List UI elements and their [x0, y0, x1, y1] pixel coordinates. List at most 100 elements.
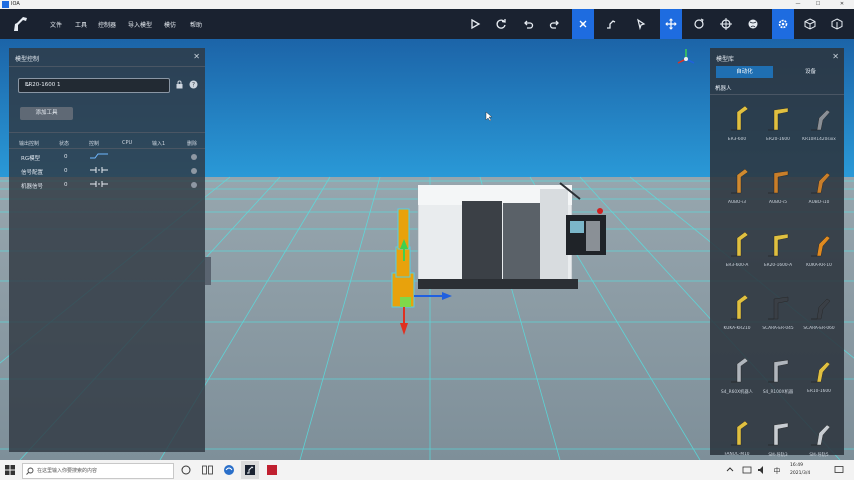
lock-icon[interactable] — [175, 80, 184, 89]
undo-button[interactable] — [517, 9, 539, 39]
cortana-icon[interactable] — [181, 465, 191, 475]
network-icon[interactable] — [742, 465, 752, 475]
model-library-item-label: SCARA-ER-045 — [762, 326, 794, 331]
chevron-down-icon: ⌄ — [715, 82, 721, 90]
delete-dot-icon[interactable] — [191, 182, 197, 188]
robot-tool-button[interactable] — [600, 9, 622, 39]
column-header-status: 状态 — [59, 141, 70, 147]
close-icon[interactable]: ✕ — [193, 52, 200, 61]
taskbar-app-active[interactable] — [241, 461, 259, 479]
signal-contact-icon[interactable] — [89, 180, 109, 188]
menu-simulate[interactable]: 模仿 — [164, 20, 176, 29]
model-library-item-label: S4_R60X机器人 — [721, 390, 753, 395]
tab-automation[interactable]: 自动化 — [716, 66, 773, 78]
redo-icon — [549, 20, 559, 29]
gear-icon — [778, 19, 788, 29]
notification-icon[interactable] — [834, 465, 844, 475]
model-library-item[interactable]: AUBO-i10 — [799, 163, 839, 221]
model-library-item[interactable]: ER3-600-A — [717, 226, 757, 284]
redo-button[interactable] — [544, 9, 566, 39]
row-label: 机器信号 — [21, 184, 44, 190]
browser-icon[interactable] — [223, 464, 235, 476]
menu-import-model[interactable]: 导入模型 — [128, 20, 152, 29]
app-icon — [267, 465, 277, 475]
ime-icon[interactable]: 中 — [772, 465, 782, 475]
model-library-item[interactable]: AUBO-i3 — [717, 163, 757, 221]
pointer-cross-icon — [579, 20, 587, 28]
model-library-item-label: SM-导轨5 — [809, 453, 829, 458]
app-icon — [245, 465, 255, 475]
settings-button[interactable] — [772, 9, 794, 39]
windows-start-icon[interactable] — [5, 465, 15, 475]
model-library-item[interactable]: SCARA-ER-060 — [799, 289, 839, 347]
category-header[interactable]: 机器人 ⌄ — [710, 81, 844, 94]
maximize-icon[interactable]: ☐ — [810, 0, 826, 9]
robot-thumbnail-icon — [768, 422, 789, 446]
model-library-item[interactable]: AUBO-i5 — [758, 163, 798, 221]
model-library-item[interactable]: ER3-600 — [717, 100, 757, 158]
model-library-item[interactable]: KUKA-KR210 — [717, 289, 757, 347]
target-tool-button[interactable] — [715, 9, 737, 39]
robot-logo-icon — [14, 17, 27, 31]
row-value: 0 — [64, 154, 68, 160]
clock-time[interactable]: 16:49 — [790, 463, 803, 468]
column-header-output: 输出控制 — [19, 141, 40, 147]
panel-collapse-handle[interactable] — [205, 257, 211, 285]
column-header-cpu: CPU — [122, 140, 133, 146]
tab-device[interactable]: 设备 — [782, 66, 839, 78]
taskbar-search-box[interactable]: 在这里输入你要搜索的内容 — [22, 463, 174, 479]
model-library-item[interactable]: ER10-1600 — [799, 352, 839, 410]
volume-icon[interactable] — [757, 465, 767, 475]
menu-controller[interactable]: 控制器 — [98, 20, 116, 29]
model-library-item-label: ER20-1600 — [766, 137, 790, 142]
model-library-item[interactable]: ER20-1600 — [758, 100, 798, 158]
robot-arm-icon — [607, 20, 616, 29]
taskbar-app[interactable] — [263, 463, 281, 477]
model-library-item[interactable]: ER20-1600-A — [758, 226, 798, 284]
divider — [9, 66, 205, 67]
add-tool-button[interactable]: 添加工具 — [20, 107, 73, 120]
pointer-tool-button[interactable] — [630, 9, 652, 39]
model-library-item[interactable]: KR10R1420sixx — [799, 100, 839, 158]
delete-dot-icon[interactable] — [191, 154, 197, 160]
menu-help[interactable]: 帮助 — [190, 20, 202, 29]
rotate-icon — [694, 18, 704, 29]
menu-file[interactable]: 文件 — [50, 20, 62, 29]
help-icon[interactable]: ? — [189, 80, 198, 89]
divider — [9, 148, 205, 149]
clock-date[interactable]: 2021/3/4 — [790, 471, 810, 476]
delete-dot-icon[interactable] — [191, 168, 197, 174]
model-library-item[interactable]: S4_R60X机器人 — [717, 352, 757, 410]
library-toggle-button[interactable] — [826, 9, 848, 39]
model-library-item[interactable]: KUKA-KR-10 — [799, 226, 839, 284]
robot-select[interactable]: ER20-1600 1 ⌄ — [18, 78, 170, 93]
row-label: 信号配置 — [21, 170, 44, 176]
model-library-item-label: KUKA-KR-10 — [806, 263, 832, 268]
close-icon[interactable]: ✕ — [832, 52, 839, 61]
move-tool-button[interactable] — [660, 9, 682, 39]
minimize-icon[interactable]: — — [790, 0, 806, 9]
rotate-tool-button[interactable] — [688, 9, 710, 39]
chevron-up-icon[interactable] — [726, 466, 734, 474]
robot-thumbnail-icon — [731, 294, 749, 320]
svg-text:?: ? — [192, 82, 195, 89]
globe-tool-button[interactable] — [742, 9, 764, 39]
robot-thumbnail-icon — [811, 235, 831, 257]
model-library-item-label: ER10-1600 — [807, 389, 831, 394]
reset-button[interactable] — [490, 9, 512, 39]
task-view-icon[interactable] — [202, 465, 213, 475]
refresh-icon — [496, 19, 506, 29]
model-library-item[interactable]: SCARA-ER-045 — [758, 289, 798, 347]
model-library-item[interactable]: S4_R100X机器 — [758, 352, 798, 410]
select-tool-button[interactable] — [572, 9, 594, 39]
cube-tool-button[interactable] — [799, 9, 821, 39]
model-library-item-label: SM-导轨3 — [768, 453, 788, 458]
play-button[interactable] — [464, 9, 486, 39]
signal-contact-icon[interactable] — [89, 166, 109, 174]
model-library-item-label: AUBO-i10 — [808, 200, 830, 205]
robot-thumbnail-icon — [731, 105, 749, 131]
menu-tools[interactable]: 工具 — [75, 20, 87, 29]
waveform-icon[interactable] — [89, 152, 109, 160]
model-library-item-label: ER3-600-A — [725, 263, 749, 268]
close-icon[interactable]: ✕ — [834, 0, 850, 9]
